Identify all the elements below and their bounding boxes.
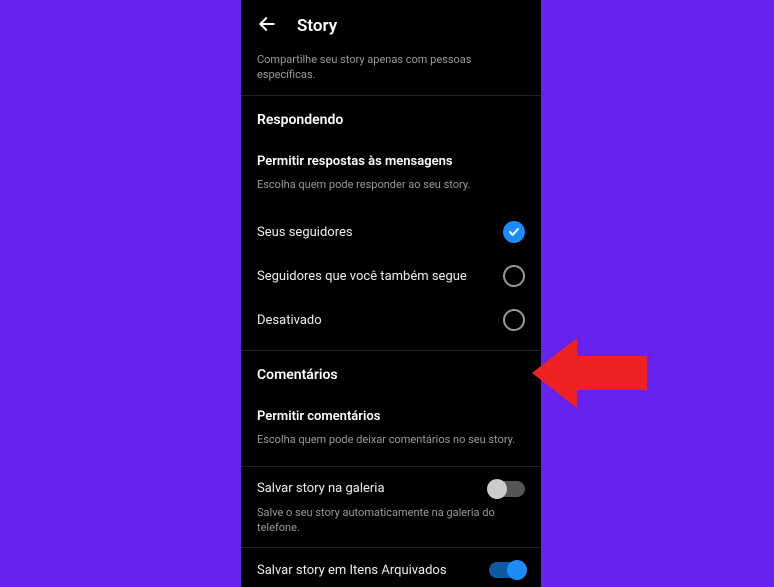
section-responding-title: Respondendo (241, 96, 541, 144)
phone-screen: Story Compartilhe seu story apenas com p… (241, 0, 541, 587)
toggle-on-icon (489, 562, 525, 578)
toggle-save-archive[interactable]: Salvar story em Itens Arquivados (241, 548, 541, 584)
radio-label: Desativado (257, 313, 322, 328)
responding-subtitle: Permitir respostas às mensagens (241, 144, 541, 175)
responding-desc: Escolha quem pode responder ao seu story… (241, 175, 541, 210)
toggle-label: Salvar story na galeria (257, 481, 385, 496)
page-title: Story (297, 16, 337, 36)
comments-subtitle: Permitir comentários (241, 399, 541, 430)
gallery-desc: Salve o seu story automaticamente na gal… (241, 503, 541, 548)
comments-desc: Escolha quem pode deixar comentários no … (241, 430, 541, 465)
header: Story (241, 0, 541, 52)
radio-option-mutual[interactable]: Seguidores que você também segue (241, 254, 541, 298)
pointer-arrow-icon (532, 328, 652, 418)
radio-checked-icon (503, 221, 525, 243)
section-comments-title: Comentários (241, 351, 541, 399)
toggle-off-icon (489, 481, 525, 497)
toggle-label: Salvar story em Itens Arquivados (257, 563, 447, 578)
radio-label: Seus seguidores (257, 225, 353, 240)
radio-unchecked-icon (503, 309, 525, 331)
radio-option-off[interactable]: Desativado (241, 298, 541, 342)
radio-label: Seguidores que você também segue (257, 269, 467, 284)
radio-option-followers[interactable]: Seus seguidores (241, 210, 541, 254)
back-icon[interactable] (257, 14, 277, 38)
share-desc: Compartilhe seu story apenas com pessoas… (241, 52, 541, 95)
radio-unchecked-icon (503, 265, 525, 287)
toggle-save-gallery[interactable]: Salvar story na galeria (241, 467, 541, 503)
